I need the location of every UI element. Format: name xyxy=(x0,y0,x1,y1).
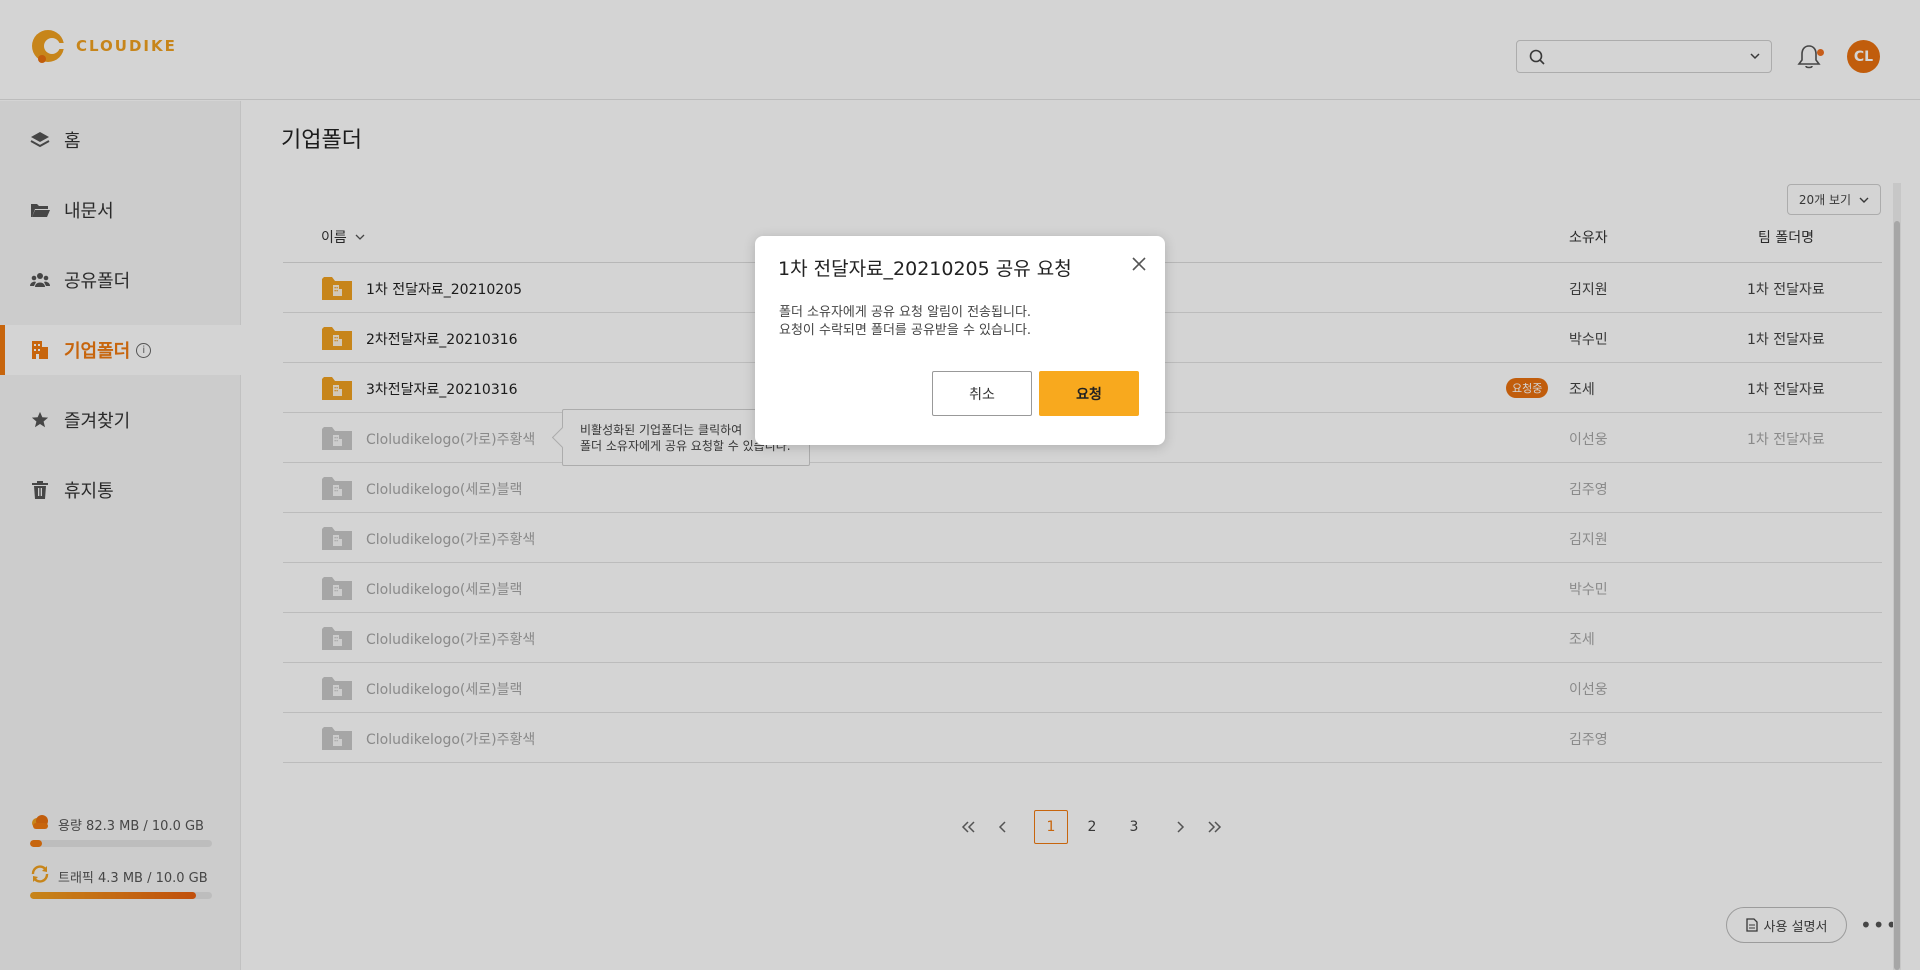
dialog-message: 폴더 소유자에게 공유 요청 알림이 전송됩니다. 요청이 수락되면 폴더를 공… xyxy=(779,305,1032,338)
dialog-title: 1차 전달자료_20210205 공유 요청 xyxy=(778,258,1072,280)
request-button[interactable]: 요청 xyxy=(1039,371,1139,416)
modal-overlay[interactable] xyxy=(0,0,1920,970)
close-icon[interactable] xyxy=(1131,253,1147,277)
share-request-dialog: 1차 전달자료_20210205 공유 요청 폴더 소유자에게 공유 요청 알림… xyxy=(755,236,1165,445)
cancel-button[interactable]: 취소 xyxy=(932,371,1032,416)
